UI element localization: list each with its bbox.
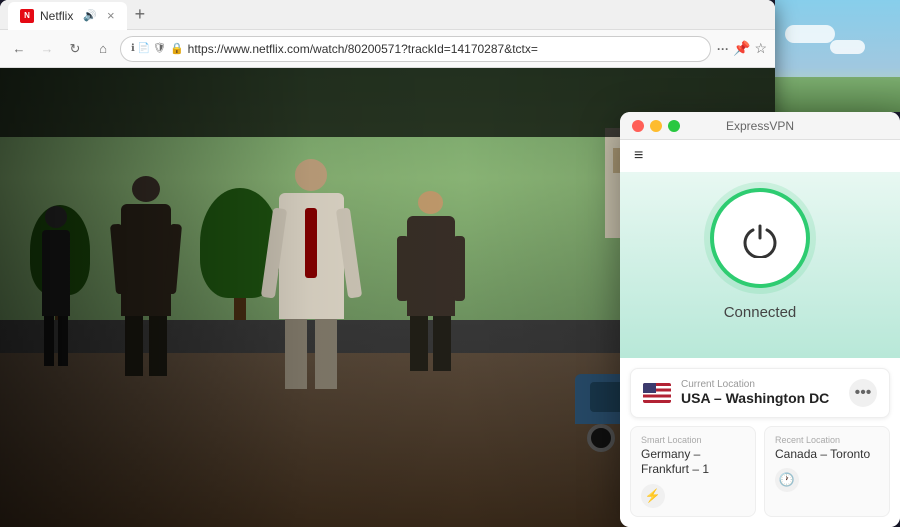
vpn-titlebar: ExpressVPN	[620, 112, 900, 140]
minimize-window-button[interactable]	[650, 120, 662, 132]
usa-flag-icon	[643, 383, 671, 403]
forward-button[interactable]: →	[36, 38, 58, 60]
recent-location-label: Recent Location	[775, 435, 879, 445]
page-info-icon: ℹ	[131, 43, 135, 54]
recent-location-card[interactable]: Recent Location Canada – Toronto 🕐	[764, 426, 890, 517]
connection-status-text: Connected	[724, 304, 797, 321]
lightning-icon: ⚡	[645, 488, 661, 504]
more-button[interactable]: ···	[717, 42, 729, 56]
clock-icon: 🕐	[779, 472, 795, 488]
expressvpn-window: ExpressVPN ≡ Connected	[620, 112, 900, 527]
close-window-button[interactable]	[632, 120, 644, 132]
current-location-more-button[interactable]: •••	[849, 379, 877, 407]
home-button[interactable]: ⌂	[92, 38, 114, 60]
shield-icon: 🛡	[153, 43, 166, 54]
browser-tab[interactable]: N Netflix 🔊 ×	[8, 2, 127, 30]
address-bar-icons: ℹ 📄 🛡	[131, 43, 166, 54]
vpn-connected-area: Connected	[620, 172, 900, 358]
current-location-info: Current Location USA – Washington DC	[681, 379, 839, 406]
smart-location-label: Smart Location	[641, 435, 745, 445]
recent-location-name: Canada – Toronto	[775, 447, 879, 463]
pocket-icon[interactable]: 📌	[733, 40, 750, 57]
vpn-bottom-panel: Current Location USA – Washington DC •••…	[620, 358, 900, 527]
vpn-body: ≡ Connected Current Location U	[620, 140, 900, 527]
reader-icon: 📄	[138, 43, 150, 54]
smart-location-name: Germany – Frankfurt – 1	[641, 447, 745, 478]
netflix-favicon: N	[20, 9, 34, 23]
recent-location-connect-button[interactable]: 🕐	[775, 468, 799, 492]
new-tab-button[interactable]: +	[135, 4, 146, 25]
tab-audio-icon[interactable]: 🔊	[83, 9, 97, 22]
current-location-card[interactable]: Current Location USA – Washington DC •••	[630, 368, 890, 418]
tab-close-button[interactable]: ×	[107, 8, 115, 23]
maximize-window-button[interactable]	[668, 120, 680, 132]
more-icon: •••	[855, 384, 872, 402]
quick-locations-row: Smart Location Germany – Frankfurt – 1 ⚡…	[630, 426, 890, 517]
url-text: https://www.netflix.com/watch/80200571?t…	[188, 42, 700, 56]
lock-icon: 🔒	[170, 42, 184, 55]
tab-title: Netflix	[40, 9, 73, 23]
browser-titlebar: N Netflix 🔊 × +	[0, 0, 775, 30]
desktop-background	[775, 0, 900, 112]
vpn-header: ≡	[620, 140, 900, 172]
hamburger-menu-button[interactable]: ≡	[634, 147, 643, 165]
back-button[interactable]: ←	[8, 38, 30, 60]
power-icon	[735, 213, 785, 263]
bookmark-icon[interactable]: ☆	[754, 40, 767, 57]
current-location-name: USA – Washington DC	[681, 390, 839, 406]
current-location-label: Current Location	[681, 379, 839, 390]
vpn-window-title: ExpressVPN	[726, 119, 794, 133]
toolbar-right-actions: ··· 📌 ☆	[717, 40, 767, 57]
address-bar[interactable]: ℹ 📄 🛡 🔒 https://www.netflix.com/watch/80…	[120, 36, 711, 62]
reload-button[interactable]: ↻	[64, 38, 86, 60]
browser-toolbar: ← → ↻ ⌂ ℹ 📄 🛡 🔒 https://www.netflix.com/…	[0, 30, 775, 68]
smart-location-card[interactable]: Smart Location Germany – Frankfurt – 1 ⚡	[630, 426, 756, 517]
smart-location-connect-button[interactable]: ⚡	[641, 484, 665, 508]
vpn-power-button[interactable]	[710, 188, 810, 288]
window-controls	[632, 120, 680, 132]
